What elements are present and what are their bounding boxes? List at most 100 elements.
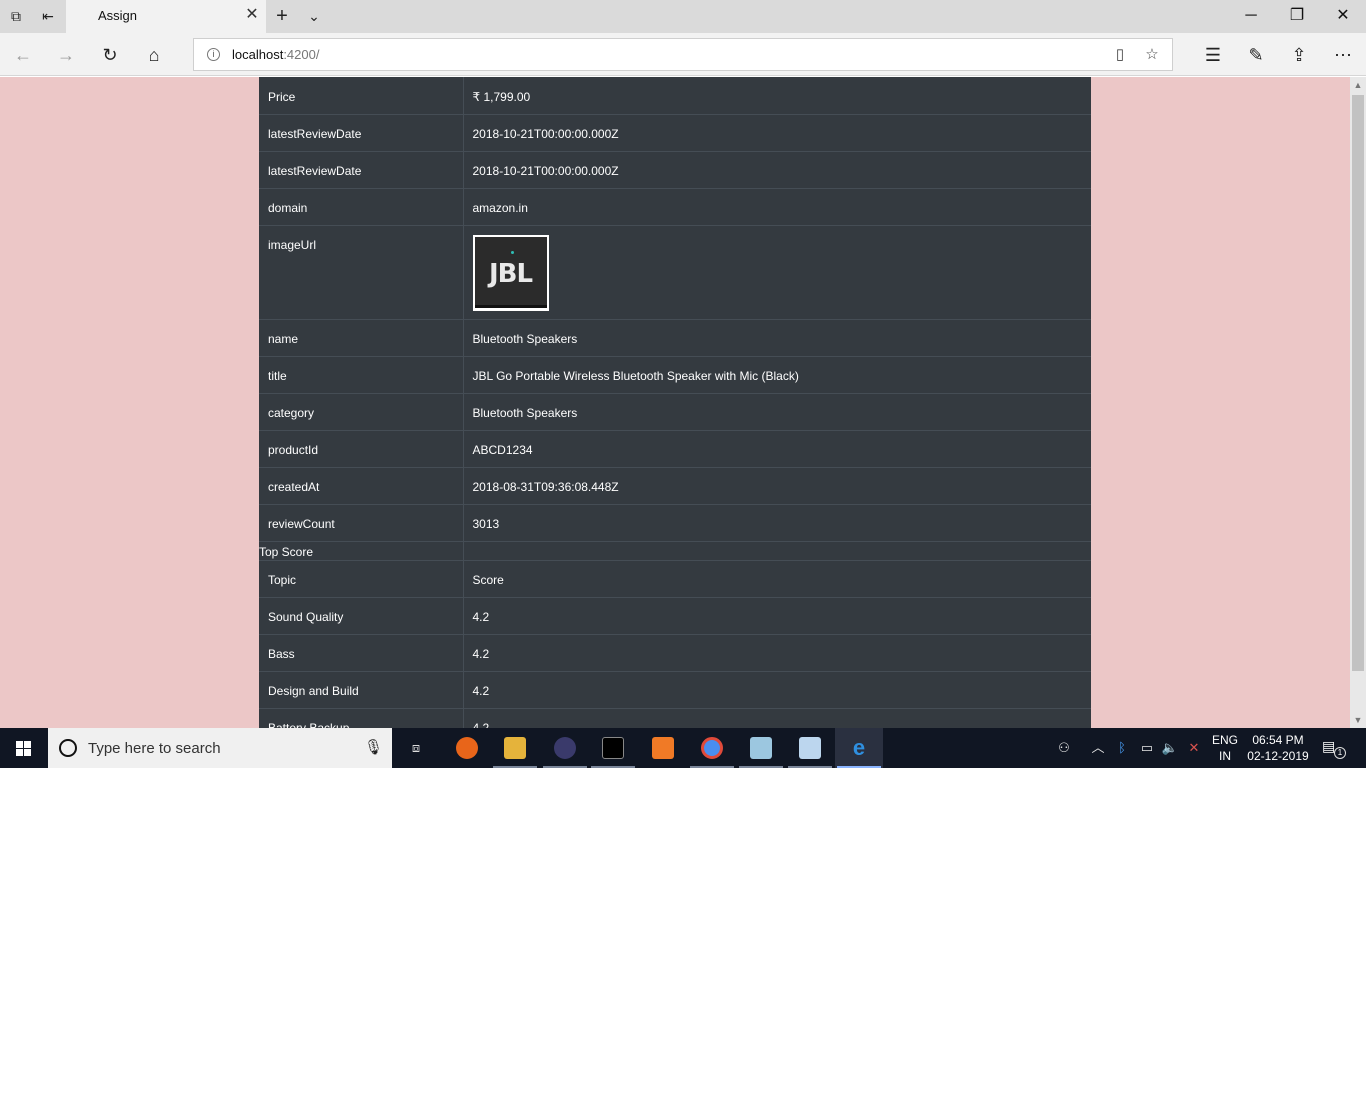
firefox-app[interactable] <box>443 728 491 768</box>
site-info-icon[interactable]: i <box>207 48 220 61</box>
eclipse-app[interactable] <box>541 728 589 768</box>
table-row: productId ABCD1234 <box>259 429 1091 467</box>
window-close-icon[interactable]: ✕ <box>1320 2 1366 30</box>
restore-icon[interactable]: ❐ <box>1274 2 1320 30</box>
back-icon[interactable]: ← <box>10 42 36 68</box>
address-bar[interactable]: i localhost:4200/ ▯ ☆ <box>193 38 1173 71</box>
show-hidden-icons-chevron-icon[interactable]: ︿ <box>1089 738 1107 758</box>
windows-logo-pane <box>16 749 23 756</box>
close-tab-icon[interactable]: ✕ <box>242 5 262 25</box>
row-value: amazon.in <box>463 187 1091 225</box>
action-center-button[interactable]: ▤ 1 <box>1322 738 1346 759</box>
virtualbox-app[interactable] <box>786 728 834 768</box>
edge-app[interactable]: e <box>835 728 883 768</box>
score-row: Sound Quality 4.2 <box>259 596 1091 634</box>
tab-actions-icon[interactable]: ⧉ <box>6 6 26 26</box>
row-value: ₹ 1,799.00 <box>472 90 531 104</box>
microphone-icon[interactable]: 🎙 <box>364 738 383 758</box>
logo-text: JBL <box>488 258 533 289</box>
notification-count-badge: 1 <box>1334 747 1346 759</box>
score-value: 4.2 <box>463 633 1091 671</box>
reading-view-icon[interactable]: ▯ <box>1110 45 1130 65</box>
edge-icon: e <box>852 735 866 760</box>
bluetooth-icon[interactable]: ᛒ <box>1114 738 1130 758</box>
new-tab-icon[interactable]: + <box>272 6 292 26</box>
score-row: Bass 4.2 <box>259 633 1091 671</box>
start-button[interactable] <box>0 728 48 768</box>
share-icon[interactable]: ⇪ <box>1286 42 1312 68</box>
row-key: title <box>259 355 464 393</box>
score-topic: Bass <box>259 633 464 671</box>
favorites-hub-icon[interactable]: ☰ <box>1200 42 1226 68</box>
tab-assign[interactable]: Assign ✕ <box>66 0 266 33</box>
chrome-icon <box>701 737 723 759</box>
folder-icon <box>504 737 526 759</box>
running-indicator <box>788 766 832 768</box>
row-value: ABCD1234 <box>463 429 1091 467</box>
more-icon[interactable]: ⋯ <box>1330 42 1356 68</box>
row-value: 2018-08-31T09:36:08.448Z <box>463 466 1091 504</box>
navigation-bar: ← → ↻ ⌂ i localhost:4200/ ▯ ☆ ☰ ✎ ⇪ ⋯ <box>0 33 1366 76</box>
top-score-label: Top Score <box>259 540 464 560</box>
cortana-icon <box>59 739 77 757</box>
home-icon[interactable]: ⌂ <box>141 42 167 68</box>
page-viewport: Price ₹ 1,799.00 latestReviewDate 2018-1… <box>0 77 1350 728</box>
scroll-up-icon[interactable]: ▲ <box>1350 77 1366 93</box>
task-view-button[interactable]: ⧈ <box>392 728 440 768</box>
system-clock[interactable]: 06:54 PM 02-12-2019 <box>1246 732 1310 764</box>
table-row: title JBL Go Portable Wireless Bluetooth… <box>259 355 1091 393</box>
running-indicator <box>739 766 783 768</box>
command-prompt-app[interactable] <box>589 728 637 768</box>
eclipse-icon <box>554 737 576 759</box>
scroll-thumb[interactable] <box>1352 95 1364 671</box>
task-view-icon: ⧈ <box>411 740 421 755</box>
scroll-down-icon[interactable]: ▼ <box>1350 712 1366 728</box>
row-value: 2018-10-21T00:00:00.000Z <box>463 150 1091 188</box>
vertical-scrollbar[interactable]: ▲ ▼ <box>1350 77 1366 728</box>
row-key: latestReviewDate <box>259 150 464 188</box>
score-column-header: Score <box>463 559 1091 597</box>
url-text[interactable]: localhost:4200/ <box>232 47 319 62</box>
score-topic: Sound Quality <box>259 596 464 634</box>
favorite-star-icon[interactable]: ☆ <box>1142 45 1162 65</box>
running-indicator <box>493 766 537 768</box>
row-value: Bluetooth Speakers <box>463 392 1091 430</box>
chrome-app[interactable] <box>688 728 736 768</box>
jbl-logo: JBL <box>474 236 547 308</box>
row-key: name <box>259 318 464 356</box>
row-key: Price <box>259 77 464 114</box>
notes-pen-icon[interactable]: ✎ <box>1243 42 1269 68</box>
tab-preview-chevron-icon[interactable]: ⌄ <box>304 6 324 26</box>
terminal-icon <box>602 737 624 759</box>
notepad-app[interactable] <box>737 728 785 768</box>
set-aside-tabs-icon[interactable]: ⇤ <box>38 6 58 26</box>
table-row: imageUrl JBL <box>259 224 1091 319</box>
row-key: latestReviewDate <box>259 113 464 151</box>
url-host: localhost <box>232 47 284 62</box>
refresh-icon[interactable]: ↻ <box>97 42 123 68</box>
input-language[interactable]: ENG IN <box>1208 732 1242 764</box>
row-key: productId <box>259 429 464 467</box>
topic-column-header: Topic <box>259 559 464 597</box>
xampp-app[interactable] <box>639 728 687 768</box>
table-row: createdAt 2018-08-31T09:36:08.448Z <box>259 466 1091 504</box>
table-row: domain amazon.in <box>259 187 1091 225</box>
windows-logo-icon <box>16 741 23 748</box>
network-icon[interactable]: ✕ <box>1184 738 1204 758</box>
taskbar-search[interactable]: Type here to search 🎙 <box>48 728 392 768</box>
forward-icon[interactable]: → <box>53 42 79 68</box>
product-image: JBL <box>472 234 549 311</box>
table-row: latestReviewDate 2018-10-21T00:00:00.000… <box>259 113 1091 151</box>
product-details-table: Price ₹ 1,799.00 latestReviewDate 2018-1… <box>259 77 1091 728</box>
people-icon[interactable]: ⚇ <box>1054 738 1074 758</box>
battery-icon[interactable]: ▭ <box>1137 738 1157 758</box>
volume-icon[interactable]: 🔈 <box>1160 738 1180 758</box>
file-explorer-app[interactable] <box>491 728 539 768</box>
running-indicator <box>543 766 587 768</box>
url-port-path: :4200/ <box>283 47 320 62</box>
taskbar: Type here to search 🎙 ⧈ e ⚇ ︿ ᛒ ▭ 🔈 ✕ EN… <box>0 728 1366 768</box>
minimize-icon[interactable]: ─ <box>1228 2 1274 30</box>
firefox-icon <box>456 737 478 759</box>
row-value: JBL Go Portable Wireless Bluetooth Speak… <box>463 355 1091 393</box>
row-key: category <box>259 392 464 430</box>
